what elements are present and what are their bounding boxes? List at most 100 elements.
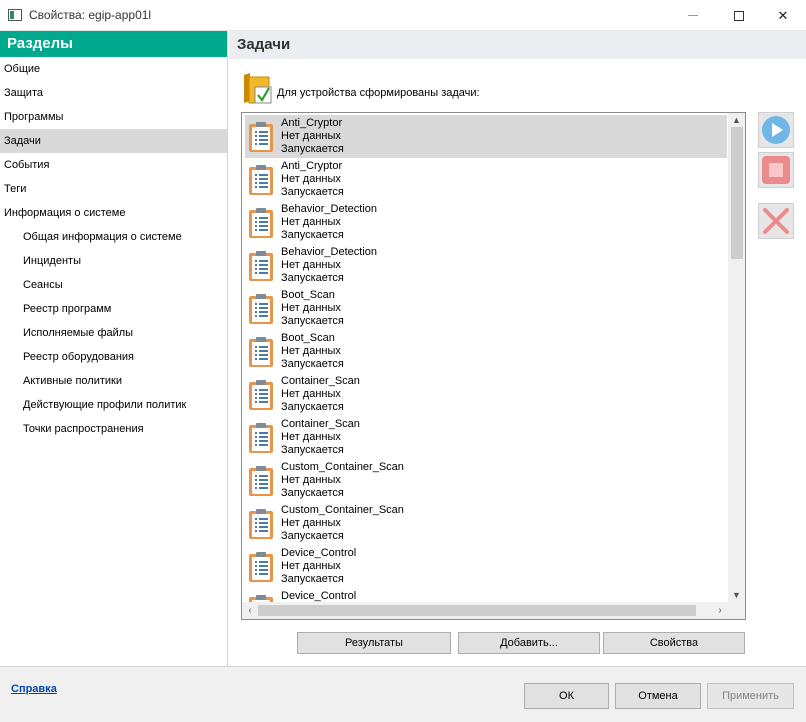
task-state: Запускается — [281, 487, 344, 499]
task-row[interactable]: Boot_Scan Нет данных Запускается — [245, 287, 727, 330]
task-state: Запускается — [281, 530, 344, 542]
task-text: Behavior_Detection Нет данных Запускается — [281, 203, 377, 242]
nav-item[interactable]: Теги — [0, 177, 227, 201]
tasks-caption: Для устройства сформированы задачи: — [241, 71, 480, 105]
task-status: Нет данных — [281, 130, 341, 142]
results-button[interactable]: Результаты — [297, 632, 451, 654]
task-name: Behavior_Detection — [281, 203, 378, 215]
task-state: Запускается — [281, 272, 344, 284]
main-panel: Задачи Для устройства сформированы задач… — [229, 31, 806, 666]
task-row[interactable]: Custom_Container_Scan Нет данных Запускает… — [245, 502, 727, 545]
nav-item[interactable]: Реестр программ — [0, 297, 227, 321]
clipboard-icon — [248, 551, 274, 583]
clipboard-icon — [248, 465, 274, 497]
nav-item[interactable]: Действующие профили политик — [0, 393, 227, 417]
task-name: Anti_Cryptor — [281, 160, 343, 172]
nav-item[interactable]: Программы — [0, 105, 227, 129]
dialog-footer: Справка ОК Отмена Применить — [0, 666, 806, 722]
properties-button[interactable]: Свойства — [603, 632, 745, 654]
nav-item[interactable]: Реестр оборудования — [0, 345, 227, 369]
task-name: Anti_Cryptor — [281, 117, 343, 129]
task-text: Boot_Scan Нет данных Запускается — [281, 289, 344, 328]
tasks-list[interactable]: Anti_Cryptor Нет данных Запускается Anti_Cr… — [241, 112, 746, 620]
task-row[interactable]: Boot_Scan Нет данных Запускается — [245, 330, 727, 373]
stop-task-button[interactable] — [758, 152, 794, 188]
nav-item[interactable]: Задачи — [0, 129, 227, 153]
nav-item[interactable]: Защита — [0, 81, 227, 105]
task-text: Device_Control Нет данных Запускается — [281, 547, 356, 586]
help-link[interactable]: Справка — [11, 683, 57, 695]
folder-check-icon — [244, 73, 272, 104]
task-status: Нет данных — [281, 560, 341, 572]
task-status: Нет данных — [281, 431, 341, 443]
task-name: Behavior_Detection — [281, 246, 378, 258]
task-name: Custom_Container_Scan — [281, 504, 404, 516]
scroll-right-icon[interactable]: › — [712, 602, 728, 619]
scroll-up-icon[interactable]: ▲ — [728, 113, 745, 127]
nav-item[interactable]: Исполняемые файлы — [0, 321, 227, 345]
task-row[interactable]: Anti_Cryptor Нет данных Запускается — [245, 158, 727, 201]
stop-icon — [762, 156, 790, 184]
title-bar: Свойства: egip-app01l ✕ — [0, 0, 806, 31]
task-text: Container_Scan Нет данных Запускается — [281, 418, 360, 457]
task-text: Anti_Cryptor Нет данных Запускается — [281, 160, 344, 199]
task-state: Запускается — [281, 315, 344, 327]
task-text: Container_Scan Нет данных Запускается — [281, 375, 360, 414]
scroll-down-icon[interactable]: ▼ — [728, 588, 745, 602]
horizontal-scroll-thumb[interactable] — [258, 605, 696, 616]
cancel-button[interactable]: Отмена — [615, 683, 701, 709]
nav-item[interactable]: Общие — [0, 57, 227, 81]
task-row[interactable]: Container_Scan Нет данных Запускается — [245, 416, 727, 459]
task-row[interactable]: Behavior_Detection Нет данных Запускается — [245, 244, 727, 287]
task-status: Нет данных — [281, 302, 341, 314]
task-state: Запускается — [281, 401, 344, 413]
task-name: Container_Scan — [281, 418, 360, 430]
app-icon — [8, 9, 22, 21]
task-row[interactable]: Custom_Container_Scan Нет данных Запускает… — [245, 459, 727, 502]
task-status: Нет данных — [281, 259, 341, 271]
task-text: Boot_Scan Нет данных Запускается — [281, 332, 344, 371]
task-name: Custom_Container_Scan — [281, 461, 404, 473]
minimize-button[interactable] — [670, 0, 716, 31]
sections-panel: Разделы Общие Защита Программы Задачи Событи… — [0, 31, 228, 666]
apply-button[interactable]: Применить — [707, 683, 794, 709]
task-text: Behavior_Detection Нет данных Запускается — [281, 246, 377, 285]
clipboard-icon — [248, 293, 274, 325]
task-row[interactable]: Container_Scan Нет данных Запускается — [245, 373, 727, 416]
clipboard-icon — [248, 121, 274, 153]
task-row[interactable]: Anti_Cryptor Нет данных Запускается — [245, 115, 727, 158]
task-status: Нет данных — [281, 216, 341, 228]
vertical-scrollbar[interactable]: ▲ ▼ — [728, 113, 745, 602]
start-task-button[interactable] — [758, 112, 794, 148]
task-state: Запускается — [281, 143, 344, 155]
scroll-left-icon[interactable]: ‹ — [242, 602, 258, 619]
scroll-corner — [728, 602, 745, 619]
clipboard-icon — [248, 164, 274, 196]
clipboard-icon — [248, 422, 274, 454]
vertical-scroll-thumb[interactable] — [731, 127, 743, 259]
ok-button[interactable]: ОК — [524, 683, 609, 709]
task-state: Запускается — [281, 186, 344, 198]
nav-item[interactable]: Общая информация о системе — [0, 225, 227, 249]
nav-item[interactable]: Инциденты — [0, 249, 227, 273]
nav-item[interactable]: Активные политики — [0, 369, 227, 393]
task-name: Boot_Scan — [281, 289, 335, 301]
task-row[interactable]: Device_Control Нет данных Запускается — [245, 545, 727, 588]
clipboard-icon — [248, 508, 274, 540]
task-status: Нет данных — [281, 474, 341, 486]
close-button[interactable]: ✕ — [760, 0, 806, 31]
maximize-button[interactable] — [716, 0, 762, 31]
clipboard-icon — [248, 207, 274, 239]
nav-item[interactable]: Информация о системе — [0, 201, 227, 225]
task-text: Custom_Container_Scan Нет данных Запускает… — [281, 461, 404, 500]
task-row[interactable]: Behavior_Detection Нет данных Запускается — [245, 201, 727, 244]
nav-item[interactable]: Сеансы — [0, 273, 227, 297]
horizontal-scrollbar[interactable]: ‹ › — [242, 602, 745, 619]
delete-task-button[interactable] — [758, 203, 794, 239]
task-name: Container_Scan — [281, 375, 360, 387]
add-button[interactable]: Добавить... — [458, 632, 600, 654]
nav-item[interactable]: События — [0, 153, 227, 177]
task-state: Запускается — [281, 444, 344, 456]
nav-item[interactable]: Точки распространения — [0, 417, 227, 441]
task-name: Boot_Scan — [281, 332, 335, 344]
